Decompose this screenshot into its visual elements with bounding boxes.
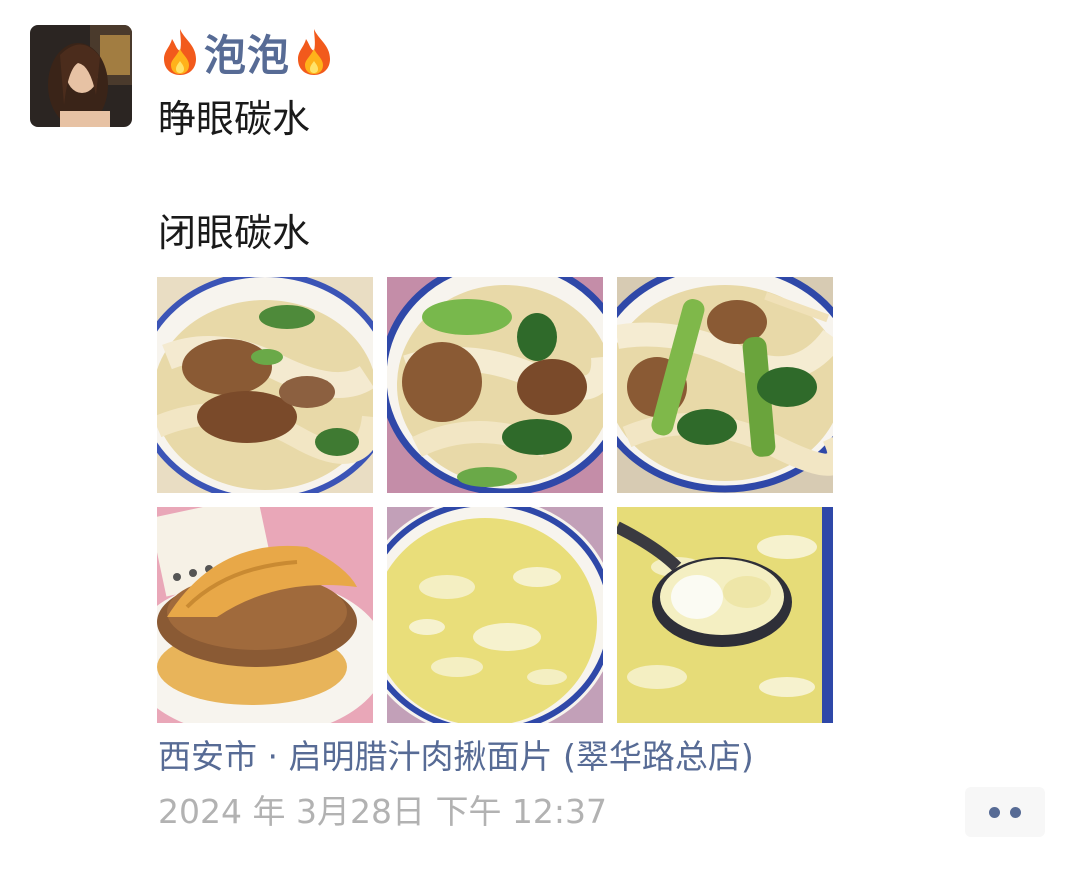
- post-text-line-1: 睁眼碳水: [158, 97, 311, 141]
- more-options-button[interactable]: [965, 787, 1045, 837]
- avatar[interactable]: [30, 25, 132, 127]
- roujiamo-photo[interactable]: [157, 507, 373, 723]
- moments-post: 泡泡 睁眼碳水 闭眼碳水 西安市 · 启明腊汁肉揪面片 (翠华路总店) 2024…: [0, 0, 1080, 873]
- post-timestamp: 2024 年 3月28日 下午 12:37: [158, 792, 608, 831]
- fire-icon: [292, 27, 336, 77]
- location-link[interactable]: 西安市 · 启明腊汁肉揪面片 (翠华路总店): [158, 735, 754, 779]
- post-text-line-2: 闭眼碳水: [158, 211, 311, 255]
- fire-icon: [158, 27, 202, 77]
- noodle-bowl-photo-1[interactable]: [157, 277, 373, 493]
- author-name-row[interactable]: 泡泡: [158, 22, 336, 82]
- noodle-bowl-photo-3[interactable]: [617, 277, 833, 493]
- author-name[interactable]: 泡泡: [204, 22, 290, 83]
- noodle-bowl-photo-2[interactable]: [387, 277, 603, 493]
- photo-grid: [157, 277, 833, 723]
- more-dots-icon: [1010, 806, 1021, 818]
- more-dots-icon: [989, 806, 1000, 818]
- egg-soup-photo-1[interactable]: [387, 507, 603, 723]
- egg-soup-photo-2[interactable]: [617, 507, 833, 723]
